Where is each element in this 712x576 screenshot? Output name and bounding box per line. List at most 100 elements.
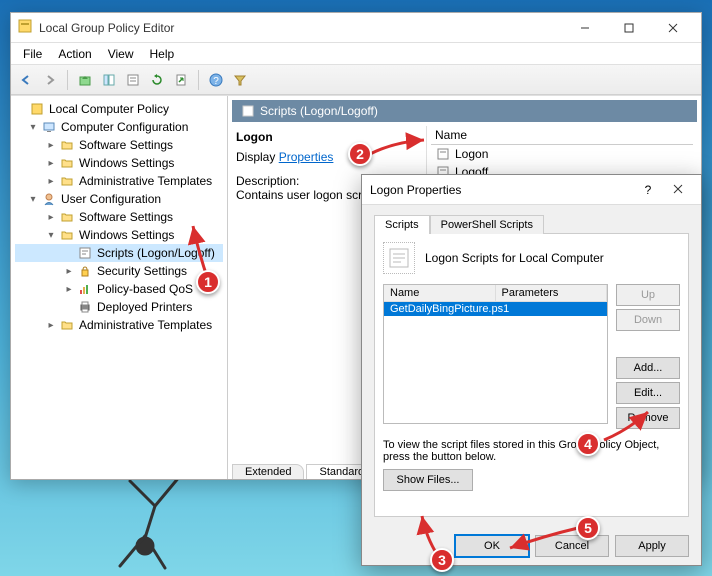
script-params <box>496 302 608 316</box>
chevron-right-icon[interactable]: ▸ <box>63 265 75 277</box>
tree-label: Local Computer Policy <box>49 102 169 116</box>
remove-button[interactable]: Remove <box>616 407 680 429</box>
script-icon <box>435 146 451 162</box>
toolbar: ? <box>11 65 701 95</box>
detail-section-title: Logon <box>236 130 418 144</box>
annotation-5: 5 <box>576 516 600 540</box>
dialog-caption: Logon Scripts for Local Computer <box>425 251 604 265</box>
annotation-2: 2 <box>348 142 372 166</box>
tree-item[interactable]: ▸ Security Settings <box>15 262 223 280</box>
show-files-button[interactable]: Show Files... <box>383 469 473 491</box>
tree-root[interactable]: Local Computer Policy <box>15 100 223 118</box>
tab-powershell-scripts[interactable]: PowerShell Scripts <box>430 215 544 234</box>
menu-file[interactable]: File <box>15 45 50 63</box>
back-button[interactable] <box>15 69 37 91</box>
titlebar: Local Group Policy Editor <box>11 13 701 43</box>
ok-button[interactable]: OK <box>455 535 529 557</box>
folder-icon <box>59 173 75 189</box>
folder-icon <box>59 137 75 153</box>
chevron-down-icon[interactable]: ▾ <box>27 121 39 133</box>
col-name[interactable]: Name <box>384 285 496 301</box>
tree-label: Security Settings <box>97 264 187 278</box>
tree-pane[interactable]: Local Computer Policy ▾ Computer Configu… <box>11 96 228 479</box>
dialog-title: Logon Properties <box>370 183 633 197</box>
tree-user-config[interactable]: ▾ User Configuration <box>15 190 223 208</box>
cancel-button[interactable]: Cancel <box>535 535 609 557</box>
policy-icon <box>29 101 45 117</box>
lock-icon <box>77 263 93 279</box>
menu-view[interactable]: View <box>100 45 142 63</box>
tree-label: Scripts (Logon/Logoff) <box>97 246 215 260</box>
apply-button[interactable]: Apply <box>615 535 689 557</box>
chevron-right-icon[interactable]: ▸ <box>45 319 57 331</box>
chevron-right-icon[interactable]: ▸ <box>45 157 57 169</box>
dialog-footer: OK Cancel Apply <box>362 527 701 565</box>
chevron-right-icon[interactable]: ▸ <box>45 211 57 223</box>
script-icon <box>240 103 256 119</box>
refresh-button[interactable] <box>146 69 168 91</box>
folder-icon <box>59 227 75 243</box>
help-button[interactable]: ? <box>633 183 663 197</box>
filter-button[interactable] <box>229 69 251 91</box>
tab-extended[interactable]: Extended <box>232 464 304 479</box>
qos-icon <box>77 281 93 297</box>
chevron-down-icon[interactable]: ▾ <box>27 193 39 205</box>
export-button[interactable] <box>170 69 192 91</box>
printer-icon <box>77 299 93 315</box>
forward-button[interactable] <box>39 69 61 91</box>
properties-button[interactable] <box>122 69 144 91</box>
up-button[interactable] <box>74 69 96 91</box>
chevron-right-icon[interactable]: ▸ <box>45 175 57 187</box>
tree-windows-settings[interactable]: ▾ Windows Settings <box>15 226 223 244</box>
tree-label: Computer Configuration <box>61 120 188 134</box>
tree-label: Software Settings <box>79 210 173 224</box>
show-hide-tree-button[interactable] <box>98 69 120 91</box>
maximize-button[interactable] <box>607 14 651 42</box>
tree-label: Software Settings <box>79 138 173 152</box>
list-header: Name Parameters <box>384 285 607 302</box>
tree-label: Administrative Templates <box>79 174 212 188</box>
tree-item[interactable]: ▸ Windows Settings <box>15 154 223 172</box>
edit-button[interactable]: Edit... <box>616 382 680 404</box>
up-button[interactable]: Up <box>616 284 680 306</box>
tree-computer-config[interactable]: ▾ Computer Configuration <box>15 118 223 136</box>
chevron-right-icon[interactable]: ▸ <box>45 139 57 151</box>
script-list[interactable]: Name Parameters GetDailyBingPicture.ps1 <box>383 284 608 424</box>
list-item-logon[interactable]: Logon <box>431 145 693 163</box>
down-button[interactable]: Down <box>616 309 680 331</box>
tree-item[interactable]: ▸ Policy-based QoS <box>15 280 223 298</box>
tree-item[interactable]: Deployed Printers <box>15 298 223 316</box>
logon-properties-dialog: Logon Properties ? Scripts PowerShell Sc… <box>361 174 702 566</box>
chevron-right-icon[interactable]: ▸ <box>63 283 75 295</box>
folder-icon <box>59 317 75 333</box>
tree-item[interactable]: ▸ Administrative Templates <box>15 172 223 190</box>
display-label: Display <box>236 150 275 164</box>
minimize-button[interactable] <box>563 14 607 42</box>
chevron-down-icon[interactable]: ▾ <box>45 229 57 241</box>
tree-label: Administrative Templates <box>79 318 212 332</box>
add-button[interactable]: Add... <box>616 357 680 379</box>
tab-scripts[interactable]: Scripts <box>374 215 430 234</box>
dialog-close-button[interactable] <box>663 183 693 197</box>
tree-item[interactable]: ▸ Software Settings <box>15 208 223 226</box>
col-parameters[interactable]: Parameters <box>496 285 608 301</box>
dialog-titlebar: Logon Properties ? <box>362 175 701 205</box>
svg-text:?: ? <box>213 76 219 87</box>
menu-action[interactable]: Action <box>50 45 99 63</box>
list-item-label: Logon <box>455 147 488 161</box>
annotation-4: 4 <box>576 432 600 456</box>
tree-label: Windows Settings <box>79 228 174 242</box>
close-button[interactable] <box>651 14 695 42</box>
menu-help[interactable]: Help <box>142 45 183 63</box>
tree-item[interactable]: ▸ Administrative Templates <box>15 316 223 334</box>
tree-scripts-logon-logoff[interactable]: Scripts (Logon/Logoff) <box>15 244 223 262</box>
tree-item[interactable]: ▸ Software Settings <box>15 136 223 154</box>
annotation-3: 3 <box>430 548 454 572</box>
menubar: File Action View Help <box>11 43 701 65</box>
column-header-name[interactable]: Name <box>431 126 693 145</box>
properties-link[interactable]: Properties <box>279 150 334 164</box>
script-icon <box>383 242 415 274</box>
help-button[interactable]: ? <box>205 69 227 91</box>
script-row[interactable]: GetDailyBingPicture.ps1 <box>384 302 607 316</box>
annotation-1: 1 <box>196 270 220 294</box>
